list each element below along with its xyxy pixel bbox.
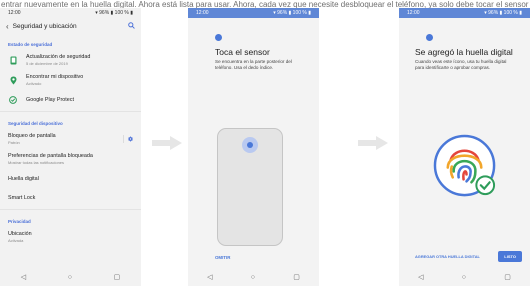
status-bar: 12:00 ▾ 96% ▮ 100 % ▮ bbox=[188, 8, 319, 18]
fingerprint-added-screen: 12:00 ▾ 96% ▮ 100 % ▮ Se agregó la huell… bbox=[399, 8, 530, 286]
item-title: Actualización de seguridad bbox=[26, 54, 91, 60]
item-title: Smart Lock bbox=[8, 194, 36, 201]
status-time: 12:00 bbox=[8, 10, 21, 16]
recents-nav-icon[interactable]: ▢ bbox=[114, 273, 121, 281]
navigation-bar: ◁ ○ ▢ bbox=[399, 268, 530, 286]
navigation-bar: ◁ ○ ▢ bbox=[188, 268, 319, 286]
home-nav-icon[interactable]: ○ bbox=[462, 274, 466, 281]
divider bbox=[0, 209, 141, 210]
touch-sensor-screen: 12:00 ▾ 96% ▮ 100 % ▮ Toca el sensor Se … bbox=[188, 8, 319, 286]
item-subtitle: Mostrar todas las notificaciones bbox=[8, 160, 65, 165]
page-title: Se agregó la huella digital bbox=[415, 47, 513, 57]
section-header-privacy: Privacidad bbox=[8, 219, 31, 224]
home-nav-icon[interactable]: ○ bbox=[251, 274, 255, 281]
recents-nav-icon[interactable]: ▢ bbox=[293, 273, 300, 281]
page-subtitle: Se encuentra en la parte posterior del t… bbox=[215, 59, 292, 70]
item-subtitle: Patrón bbox=[8, 140, 20, 145]
settings-header: ‹ Seguridad y ubicación bbox=[0, 18, 141, 35]
back-nav-icon[interactable]: ◁ bbox=[207, 273, 212, 281]
phone-illustration bbox=[217, 128, 283, 246]
item-title: Ubicación bbox=[8, 231, 32, 237]
recents-nav-icon[interactable]: ▢ bbox=[504, 273, 511, 281]
divider bbox=[0, 111, 141, 112]
fingerprint-icon bbox=[215, 34, 222, 41]
list-item-find-device[interactable]: Encontrar mi dispositivo Activado bbox=[0, 70, 141, 90]
search-icon[interactable] bbox=[128, 22, 135, 31]
item-subtitle: Activado bbox=[26, 81, 42, 86]
status-time: 12:00 bbox=[407, 10, 420, 16]
status-indicators: ▾ 96% ▮ 100 % ▮ bbox=[273, 10, 311, 16]
list-item-smart-lock[interactable]: Smart Lock bbox=[0, 188, 141, 207]
list-item-fingerprint[interactable]: Huella digital bbox=[0, 169, 141, 188]
back-nav-icon[interactable]: ◁ bbox=[418, 273, 423, 281]
list-item-screen-lock[interactable]: Bloqueo de pantalla Patrón bbox=[0, 129, 141, 149]
fingerprint-icon bbox=[426, 34, 433, 41]
step-arrow-icon bbox=[152, 136, 182, 150]
item-title: Preferencias de pantalla bloqueada bbox=[8, 153, 93, 159]
section-header-device-security: Seguridad del dispositivo bbox=[8, 121, 63, 126]
step-arrow-icon bbox=[358, 136, 388, 150]
fingerprint-success-icon bbox=[433, 134, 496, 197]
status-indicators: ▾ 96% ▮ 100 % ▮ bbox=[95, 10, 133, 16]
back-arrow-icon[interactable]: ‹ bbox=[6, 22, 9, 31]
page-subtitle: Cuando veas este ícono, usa tu huella di… bbox=[415, 59, 507, 70]
sensor-dot bbox=[247, 142, 253, 148]
list-item-lock-screen-preferences[interactable]: Preferencias de pantalla bloqueada Mostr… bbox=[0, 149, 141, 169]
back-nav-icon[interactable]: ◁ bbox=[21, 273, 26, 281]
phone-icon bbox=[8, 55, 18, 65]
item-title: Huella digital bbox=[8, 175, 39, 182]
page-title: Toca el sensor bbox=[215, 47, 270, 57]
add-another-fingerprint-button[interactable]: AGREGAR OTRA HUELLA DIGITAL bbox=[415, 254, 480, 259]
status-indicators: ▾ 96% ▮ 100 % ▮ bbox=[484, 10, 522, 16]
status-bar: 12:00 ▾ 96% ▮ 100 % ▮ bbox=[0, 8, 141, 18]
item-title: Encontrar mi dispositivo bbox=[26, 74, 84, 80]
status-time: 12:00 bbox=[196, 10, 209, 16]
gear-icon[interactable] bbox=[123, 135, 133, 143]
page-title: Seguridad y ubicación bbox=[12, 23, 77, 30]
location-icon bbox=[8, 75, 18, 85]
status-bar: 12:00 ▾ 96% ▮ 100 % ▮ bbox=[399, 8, 530, 18]
sensor-highlight-icon bbox=[242, 137, 258, 153]
section-header-security-status: Estado de seguridad bbox=[8, 42, 53, 47]
list-item-play-protect[interactable]: Google Play Protect bbox=[0, 90, 141, 109]
home-nav-icon[interactable]: ○ bbox=[68, 274, 72, 281]
skip-button[interactable]: OMITIR bbox=[215, 255, 230, 260]
tutorial-frame: entrar nuevamente en la huella digital. … bbox=[0, 0, 530, 286]
action-bar: AGREGAR OTRA HUELLA DIGITAL LISTO bbox=[399, 251, 530, 262]
shield-icon bbox=[8, 95, 18, 105]
item-subtitle: Activada bbox=[8, 238, 24, 243]
list-item-location[interactable]: Ubicación Activada bbox=[0, 227, 141, 247]
done-button[interactable]: LISTO bbox=[498, 251, 522, 262]
item-title: Bloqueo de pantalla bbox=[8, 133, 56, 139]
item-subtitle: 5 de diciembre de 2019 bbox=[26, 61, 68, 66]
navigation-bar: ◁ ○ ▢ bbox=[0, 268, 141, 286]
list-item-security-update[interactable]: Actualización de seguridad 5 de diciembr… bbox=[0, 50, 141, 70]
item-title: Google Play Protect bbox=[26, 96, 74, 103]
settings-screen: 12:00 ▾ 96% ▮ 100 % ▮ ‹ Seguridad y ubic… bbox=[0, 8, 141, 286]
